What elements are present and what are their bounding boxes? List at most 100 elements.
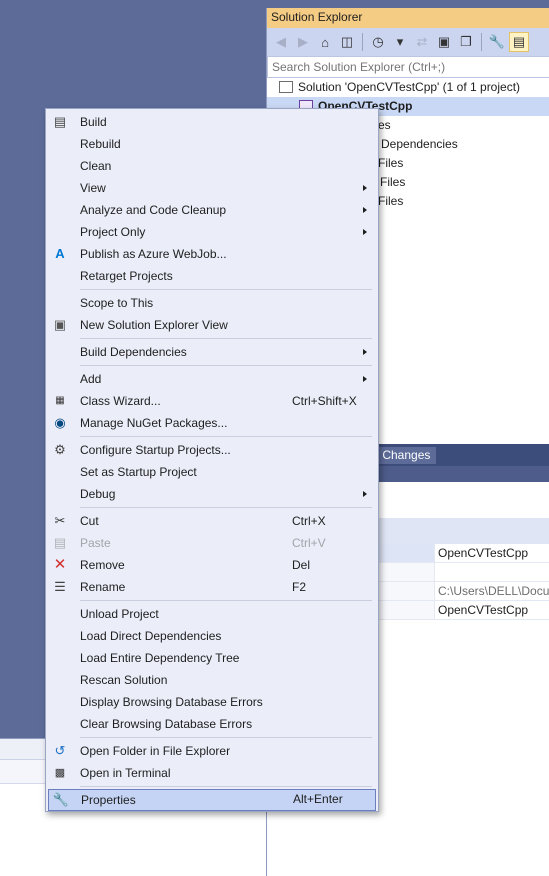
properties-wrench-icon[interactable]: 🔧	[487, 32, 507, 52]
menu-item-label: Cut	[80, 514, 99, 528]
tree-item-label: Files	[378, 156, 404, 170]
solution-icon	[279, 81, 293, 93]
menu-item-properties[interactable]: 🔧 Properties Alt+Enter	[48, 789, 376, 811]
submenu-arrow-icon	[363, 229, 367, 235]
menu-item-rebuild[interactable]: Rebuild	[48, 133, 376, 155]
menu-item-load-direct-dependencies[interactable]: Load Direct Dependencies	[48, 625, 376, 647]
property-value[interactable]: OpenCVTestCpp	[435, 544, 549, 562]
shortcut-text: Ctrl+V	[292, 536, 326, 550]
menu-item-retarget[interactable]: Retarget Projects	[48, 265, 376, 287]
menu-item-project-only[interactable]: Project Only	[48, 221, 376, 243]
switch-views-icon[interactable]: ◫	[337, 32, 357, 52]
menu-item-open-terminal[interactable]: ▩ Open in Terminal	[48, 762, 376, 784]
menu-item-label: Set as Startup Project	[80, 465, 197, 479]
menu-item-label: Open Folder in File Explorer	[80, 744, 231, 758]
nuget-icon: ◉	[54, 415, 66, 430]
menu-item-label: Publish as Azure WebJob...	[80, 247, 227, 261]
menu-item-label: Build	[80, 115, 107, 129]
menu-item-rename[interactable]: ☰ Rename F2	[48, 576, 376, 598]
property-value[interactable]: C:\Users\DELL\Docu	[435, 582, 549, 600]
home-icon[interactable]: ⌂	[315, 32, 335, 52]
menu-item-label: Load Entire Dependency Tree	[80, 651, 240, 665]
shortcut-text: Alt+Enter	[293, 792, 343, 806]
menu-item-label: Rename	[80, 580, 126, 594]
menu-item-label: Retarget Projects	[80, 269, 173, 283]
menu-item-analyze[interactable]: Analyze and Code Cleanup	[48, 199, 376, 221]
menu-item-display-browsing-errors[interactable]: Display Browsing Database Errors	[48, 691, 376, 713]
menu-item-label: Class Wizard...	[80, 394, 161, 408]
rename-icon: ☰	[54, 579, 66, 594]
clipboard-icon: ▤	[53, 535, 67, 550]
toolbar-separator	[362, 33, 363, 51]
forward-icon[interactable]: ▶	[293, 32, 313, 52]
menu-item-build[interactable]: ▤ Build	[48, 111, 376, 133]
menu-item-label: Analyze and Code Cleanup	[80, 203, 227, 217]
menu-item-label: Rescan Solution	[80, 673, 168, 687]
property-value[interactable]	[435, 563, 549, 581]
menu-item-set-startup[interactable]: Set as Startup Project	[48, 461, 376, 483]
menu-item-add[interactable]: Add	[48, 368, 376, 390]
collapse-all-icon[interactable]: ▣	[434, 32, 454, 52]
menu-item-label: Unload Project	[80, 607, 159, 621]
shortcut-text: F2	[292, 580, 307, 594]
menu-item-label: Scope to This	[80, 296, 154, 310]
menu-item-label: Rebuild	[80, 137, 121, 151]
toolbar-separator	[481, 33, 482, 51]
tree-item-label: Files	[378, 194, 404, 208]
menu-item-debug[interactable]: Debug	[48, 483, 376, 505]
terminal-icon: ▩	[54, 767, 66, 779]
menu-item-label: Properties	[81, 793, 136, 807]
solution-explorer-title: Solution Explorer	[267, 8, 549, 28]
menu-item-label: Paste	[80, 536, 111, 550]
tree-item-label: Dependencies	[381, 137, 458, 151]
azure-icon: A	[55, 246, 65, 261]
menu-item-unload-project[interactable]: Unload Project	[48, 603, 376, 625]
preview-selected-icon[interactable]: ▤	[509, 32, 529, 52]
menu-item-clean[interactable]: Clean	[48, 155, 376, 177]
pending-changes-filter-icon[interactable]: ◷	[368, 32, 388, 52]
menu-item-clear-browsing-errors[interactable]: Clear Browsing Database Errors	[48, 713, 376, 735]
tree-item-solution[interactable]: Solution 'OpenCVTestCpp' (1 of 1 project…	[267, 78, 549, 97]
project-context-menu: ▤ Build Rebuild Clean View Analyze and C…	[45, 108, 379, 812]
menu-item-open-folder[interactable]: ↺ Open Folder in File Explorer	[48, 740, 376, 762]
menu-item-label: Build Dependencies	[80, 345, 187, 359]
delete-x-icon: ✕	[53, 556, 67, 573]
dropdown-arrow-icon[interactable]: ▾	[390, 32, 410, 52]
menu-item-new-solution-explorer-view[interactable]: ▣ New Solution Explorer View	[48, 314, 376, 336]
menu-item-cut[interactable]: ✂ Cut Ctrl+X	[48, 510, 376, 532]
scissors-icon: ✂	[54, 513, 66, 528]
build-icon: ▤	[53, 114, 67, 129]
property-value[interactable]: OpenCVTestCpp	[435, 601, 549, 619]
menu-item-class-wizard[interactable]: ▦ Class Wizard... Ctrl+Shift+X	[48, 390, 376, 412]
menu-item-build-dependencies[interactable]: Build Dependencies	[48, 341, 376, 363]
sync-icon[interactable]: ⇄	[412, 32, 432, 52]
menu-item-label: Add	[80, 372, 102, 386]
submenu-arrow-icon	[363, 207, 367, 213]
shortcut-text: Del	[292, 558, 311, 572]
tree-item-label: Solution 'OpenCVTestCpp' (1 of 1 project…	[298, 80, 521, 94]
solution-explorer-toolbar: ◀ ▶ ⌂ ◫ ◷ ▾ ⇄ ▣ ❐ 🔧 ▤	[267, 28, 549, 56]
menu-item-manage-nuget[interactable]: ◉ Manage NuGet Packages...	[48, 412, 376, 434]
submenu-arrow-icon	[363, 491, 367, 497]
menu-item-label: Clear Browsing Database Errors	[80, 717, 253, 731]
menu-item-paste[interactable]: ▤ Paste Ctrl+V	[48, 532, 376, 554]
shortcut-text: Ctrl+X	[292, 514, 326, 528]
gear-icon: ⚙	[54, 442, 66, 457]
menu-item-rescan-solution[interactable]: Rescan Solution	[48, 669, 376, 691]
solution-explorer-search-input[interactable]	[267, 56, 549, 78]
menu-item-label: New Solution Explorer View	[80, 318, 228, 332]
menu-item-remove[interactable]: ✕ Remove Del	[48, 554, 376, 576]
wrench-icon: 🔧	[52, 792, 70, 807]
menu-item-label: Project Only	[80, 225, 146, 239]
back-icon[interactable]: ◀	[271, 32, 291, 52]
menu-item-load-entire-dependency-tree[interactable]: Load Entire Dependency Tree	[48, 647, 376, 669]
shortcut-text: Ctrl+Shift+X	[292, 394, 357, 408]
menu-item-publish[interactable]: A Publish as Azure WebJob...	[48, 243, 376, 265]
open-folder-arrow-icon: ↺	[54, 743, 66, 758]
menu-item-scope-to-this[interactable]: Scope to This	[48, 292, 376, 314]
show-all-files-icon[interactable]: ❐	[456, 32, 476, 52]
menu-item-view[interactable]: View	[48, 177, 376, 199]
menu-item-label: Configure Startup Projects...	[80, 443, 231, 457]
submenu-arrow-icon	[363, 185, 367, 191]
menu-item-configure-startup[interactable]: ⚙ Configure Startup Projects...	[48, 439, 376, 461]
